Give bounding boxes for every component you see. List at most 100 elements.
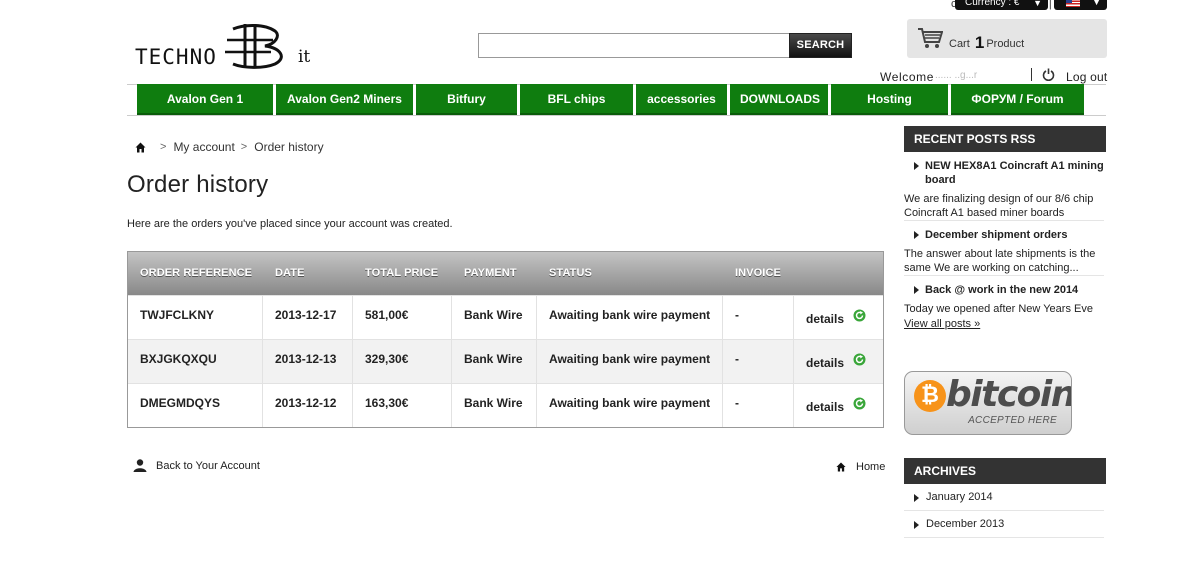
site-logo[interactable]: TECHNO it [135,22,330,70]
order-reference[interactable]: TWJFCLKNY [128,296,263,339]
user-icon [133,459,147,472]
techno-bit-logo-icon: TECHNO it [135,24,310,69]
customer-name[interactable]: ...... ..g...r [935,70,977,81]
header-status: STATUS [549,267,592,279]
header-date: DATE [275,267,305,279]
menu-item-avalon-gen2[interactable]: Avalon Gen2 Miners [276,84,413,115]
menu-item-forum[interactable]: ФОРУМ / Forum link [951,84,1084,136]
reorder-icon[interactable] [853,353,866,366]
menu-item-hosting[interactable]: Hosting Services [831,84,948,136]
view-all-posts-link[interactable]: View all posts » [904,318,980,330]
table-row: TWJFCLKNY 2013-12-17 581,00€ Bank Wire A… [128,295,883,339]
currency-label: Currency : € [965,0,1020,8]
cart-unit: Product [986,38,1025,50]
order-date: 2013-12-13 [263,340,353,383]
rss-post: NEW HEX8A1 Coincraft A1 mining board We … [904,159,1104,220]
rss-post: Back @ work in the new 2014 Today we ope… [904,283,1104,316]
table-header: ORDER REFERENCE DATE TOTAL PRICE PAYMENT… [128,252,883,295]
search-button[interactable]: SEARCH [789,33,852,58]
rss-block-title: RECENT POSTS RSS [904,126,1106,152]
reorder-icon[interactable] [853,397,866,410]
order-payment: Bank Wire [452,340,537,383]
archive-item[interactable]: December 2013 [904,511,1104,538]
header-order-reference: ORDER REFERENCE [140,267,253,279]
logo-suffix: it [298,47,310,67]
order-history-table: ORDER REFERENCE DATE TOTAL PRICE PAYMENT… [127,251,884,428]
order-reference[interactable]: DMEGMDQYS [128,384,263,427]
search-input[interactable] [478,33,790,58]
chevron-down-icon: ▼ [1092,0,1101,7]
back-to-account-link[interactable]: Back to Your Account [133,459,260,472]
details-link[interactable]: details [806,400,844,414]
menu-item-bfl-chips[interactable]: BFL chips miner [520,84,633,136]
order-invoice: - [723,296,794,339]
home-icon [836,462,846,472]
link-separator: | [1048,0,1052,10]
order-invoice: - [723,384,794,427]
breadcrumb: > My account > Order history [135,140,324,154]
archive-item[interactable]: January 2014 [904,484,1104,511]
reorder-icon[interactable] [853,309,866,322]
rss-post-desc: The answer about late shipments is the s… [904,248,1096,274]
order-payment: Bank Wire [452,384,537,427]
bitcoin-icon: ₿ [914,380,946,412]
rss-post-title[interactable]: Back @ work in the new 2014 [904,283,1104,297]
order-status: Awaiting bank wire payment [537,296,723,339]
menu-item-accessories[interactable]: accessories [636,84,727,115]
order-actions: details [794,384,883,427]
header-actions [794,252,883,295]
home-label: Home [856,461,886,473]
bitcoin-wordmark: bitcoin [946,374,1072,415]
language-selector[interactable]: ▼ [1054,0,1107,10]
order-price: 163,30€ [353,384,452,427]
breadcrumb-separator: > [240,141,248,153]
breadcrumb-separator: > [160,141,167,153]
back-to-account-label: Back to Your Account [156,459,260,472]
divider [904,275,1104,276]
home-link[interactable]: Home [836,461,885,473]
cart-summary: Cart 1 Product [949,32,1024,52]
menu-item-downloads[interactable]: DOWNLOADS [730,84,828,115]
menu-item-avalon-gen1[interactable]: Avalon Gen 1 Miners [137,84,273,136]
divider [904,220,1104,221]
order-payment: Bank Wire [452,296,537,339]
chevron-down-icon: ▼ [1033,0,1042,8]
details-link[interactable]: details [806,312,844,326]
bitcoin-accepted-badge: ₿ bitcoin ACCEPTED HERE [904,371,1072,435]
order-invoice: - [723,340,794,383]
rss-post-desc: We are finalizing design of our 8/6 chip… [904,193,1094,219]
menu-item-bitfury[interactable]: Bitfury miners [416,84,517,136]
details-link[interactable]: details [806,356,844,370]
logo-text: TECHNO [135,45,217,69]
order-reference[interactable]: BXJGKQXQU [128,340,263,383]
cart-icon [918,28,943,48]
table-row: DMEGMDQYS 2013-12-12 163,30€ Bank Wire A… [128,383,883,427]
order-price: 581,00€ [353,296,452,339]
rss-post-title[interactable]: NEW HEX8A1 Coincraft A1 mining board [904,159,1104,187]
cart-label: Cart [949,38,970,50]
order-actions: details [794,340,883,383]
order-date: 2013-12-17 [263,296,353,339]
intro-text: Here are the orders you've placed since … [127,218,453,230]
page-title: Order history [127,171,269,198]
order-status: Awaiting bank wire payment [537,340,723,383]
breadcrumb-my-account[interactable]: My account [173,140,234,154]
home-icon[interactable] [135,142,146,153]
rss-post-title[interactable]: December shipment orders [904,228,1104,242]
order-actions: details [794,296,883,339]
breadcrumb-current: Order history [254,140,324,154]
archives-block-title: ARCHIVES [904,458,1106,484]
cart-block[interactable]: Cart 1 Product [907,19,1107,58]
table-row: BXJGKQXQU 2013-12-13 329,30€ Bank Wire A… [128,339,883,383]
logout-link[interactable]: Log out [1066,70,1107,84]
rss-post: December shipment orders The answer abou… [904,228,1104,275]
cart-count: 1 [974,33,985,52]
welcome-text: Welcome [880,70,934,84]
currency-selector[interactable]: Currency : € ▼ [955,0,1048,10]
order-price: 329,30€ [353,340,452,383]
bitcoin-accepted-text: ACCEPTED HERE [968,415,1057,426]
main-menu: Avalon Gen 1 Miners Avalon Gen2 Miners B… [137,84,1084,136]
power-icon[interactable] [1042,68,1055,81]
order-date: 2013-12-12 [263,384,353,427]
rss-post-desc: Today we opened after New Years Eve [904,303,1093,315]
